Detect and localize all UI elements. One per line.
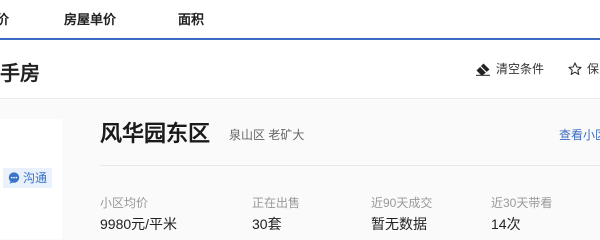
chat-label: 沟通 (23, 171, 48, 185)
save-search-label: 保 (587, 62, 600, 76)
clear-filters-label: 清空条件 (496, 62, 545, 76)
nav-item-price[interactable]: 价 (0, 9, 9, 28)
stat-value: 9980元/平米 (100, 216, 178, 232)
top-nav: 价 房屋单价 面积 (0, 0, 600, 40)
nav-item-area[interactable]: 面积 (178, 9, 204, 28)
section-title: 手房 (0, 63, 40, 85)
stat-label: 近90天成交 (371, 196, 433, 210)
section-header: 手房 清空条件 保 (0, 40, 600, 99)
star-outline-icon (568, 62, 582, 75)
stat-label: 近30天带看 (491, 196, 553, 210)
chat-bubble-icon (8, 172, 20, 184)
divider (100, 165, 600, 166)
stat-label: 正在出售 (252, 196, 301, 210)
listing-card: 沟通 风华园东区 泉山区 老矿大 查看小区 小区均价 9980元/平米 正在出售… (0, 99, 600, 240)
stat-avg-price: 小区均价 9980元/平米 (100, 194, 177, 234)
community-name[interactable]: 风华园东区 (100, 116, 210, 148)
view-community-link[interactable]: 查看小区 (559, 126, 600, 143)
nav-item-unit-price[interactable]: 房屋单价 (64, 9, 116, 28)
stat-on-sale: 正在出售 30套 (252, 194, 300, 234)
listing-thumbnail: 沟通 (0, 119, 62, 239)
listing-info: 风华园东区 泉山区 老矿大 查看小区 小区均价 9980元/平米 正在出售 30… (100, 99, 600, 240)
stat-value: 暂无数据 (371, 216, 427, 232)
stat-90day-deals: 近90天成交 暂无数据 (371, 194, 432, 234)
clear-filters-button[interactable]: 清空条件 (475, 60, 544, 77)
eraser-icon (476, 63, 490, 76)
stat-value: 14次 (491, 216, 521, 232)
community-location: 泉山区 老矿大 (229, 128, 305, 142)
stat-label: 小区均价 (100, 196, 149, 210)
save-search-button[interactable]: 保 (568, 60, 599, 77)
stat-value: 30套 (252, 216, 282, 232)
stat-30day-viewings: 近30天带看 14次 (491, 194, 552, 234)
chat-button[interactable]: 沟通 (3, 168, 53, 188)
